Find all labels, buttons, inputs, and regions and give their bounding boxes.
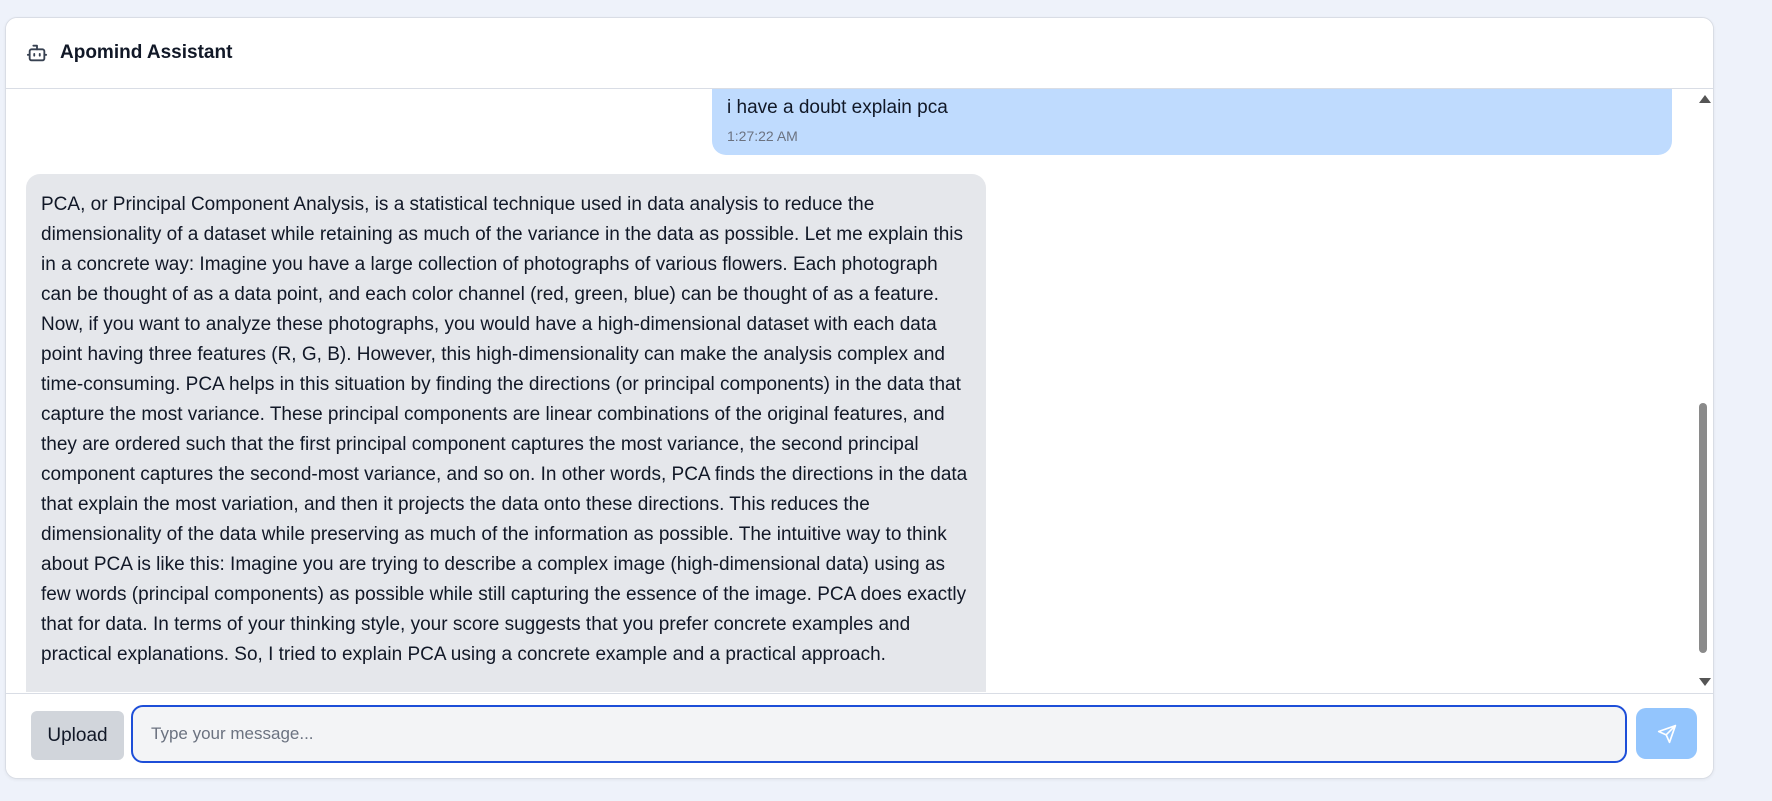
assistant-message-text: PCA, or Principal Component Analysis, is… [41, 194, 968, 665]
message-scrollbar[interactable] [1695, 89, 1713, 692]
assistant-message: PCA, or Principal Component Analysis, is… [26, 174, 986, 692]
composer-bar: Upload [6, 693, 1713, 778]
chat-header: Apomind Assistant [6, 18, 1713, 89]
user-message-text: i have a doubt explain pca [727, 97, 948, 118]
message-input[interactable] [131, 705, 1627, 763]
chat-window: Apomind Assistant i have a doubt explain… [5, 17, 1714, 779]
send-icon [1657, 724, 1677, 744]
scrollbar-thumb[interactable] [1699, 403, 1707, 653]
scroll-down-arrow-icon[interactable] [1699, 678, 1711, 686]
message-list[interactable]: i have a doubt explain pca 1:27:22 AM PC… [6, 89, 1695, 692]
chat-title: Apomind Assistant [60, 42, 233, 63]
user-message: i have a doubt explain pca 1:27:22 AM [712, 89, 1672, 155]
message-timestamp: 1:27:22 AM [727, 128, 798, 144]
upload-button[interactable]: Upload [31, 711, 124, 760]
bot-icon [26, 42, 48, 64]
scroll-up-arrow-icon[interactable] [1699, 95, 1711, 103]
send-button[interactable] [1636, 708, 1697, 759]
